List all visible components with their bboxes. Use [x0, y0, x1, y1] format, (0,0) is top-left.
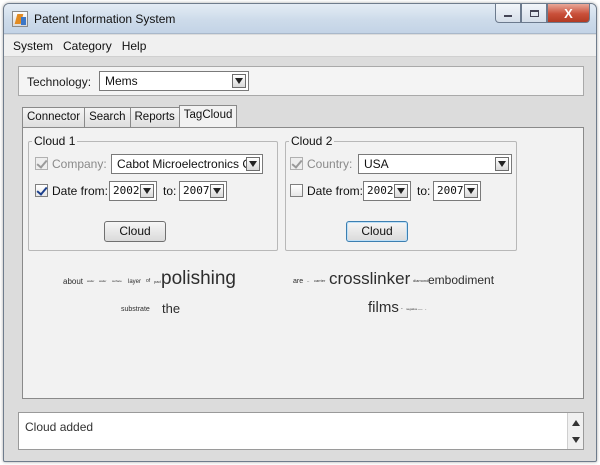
minimize-icon — [504, 15, 512, 17]
cloud1-tag: pad — [154, 279, 161, 284]
cloud2-tag: diamond — [413, 278, 429, 283]
cloud1-date-to-select[interactable]: 2007 — [179, 181, 227, 201]
maximize-icon — [529, 9, 539, 17]
cloud2-tag: embodiment — [428, 273, 495, 287]
cloud1-to-label: to: — [163, 184, 177, 198]
scroll-up-arrow-icon[interactable] — [570, 417, 581, 428]
tab-search[interactable]: Search — [84, 107, 131, 127]
cloud1-date-checkbox[interactable] — [35, 184, 48, 197]
minimize-button[interactable] — [495, 4, 521, 23]
cloud2-date-to-value: 2007 — [437, 184, 464, 197]
cloud2-date-from-label: Date from: — [307, 184, 364, 198]
menu-bar: System Category Help — [4, 35, 596, 57]
cloud2-generate-button[interactable]: Cloud — [346, 221, 408, 242]
close-button[interactable]: X — [547, 4, 590, 23]
cloud2-tag: films — [368, 299, 399, 316]
cloud2-date-checkbox[interactable] — [290, 184, 303, 197]
cloud2-tag: – — [307, 278, 310, 283]
cloud1-date-from-value: 2002 — [113, 184, 140, 197]
cloud1-date-from-label: Date from: — [52, 184, 109, 198]
cloud2-country-label: Country: — [307, 157, 353, 171]
technology-label: Technology: — [27, 75, 92, 89]
cloud1-generate-button[interactable]: Cloud — [104, 221, 166, 242]
cloud2-title: Cloud 2 — [289, 134, 335, 148]
cloud1-date-from-select[interactable]: 2002 — [109, 181, 157, 201]
cloud2-tag: - — [425, 306, 427, 311]
cloud1-company-value: Cabot Microelectronics Co... — [117, 157, 263, 171]
chevron-down-icon — [232, 74, 246, 88]
tab-connector[interactable]: Connector — [22, 107, 86, 127]
technology-select[interactable]: Mems — [99, 71, 249, 91]
cloud1-tag: layer — [128, 279, 142, 285]
cloud2-date-to-select[interactable]: 2007 — [433, 181, 481, 201]
cloud1-title: Cloud 1 — [32, 134, 78, 148]
status-scrollbar[interactable] — [567, 413, 583, 449]
technology-panel: Technology: Mems — [18, 66, 584, 96]
menu-system[interactable]: System — [8, 39, 58, 53]
status-log[interactable]: Cloud added — [18, 412, 584, 450]
close-icon: X — [564, 5, 573, 21]
cloud1-tag: of — [146, 278, 151, 284]
cloud1-group: Cloud 1 Company: Cabot Microelectronics … — [28, 134, 278, 251]
cloud1-company-label: Company: — [52, 157, 107, 171]
cloud2-tag: are — [293, 278, 304, 285]
cloud1-date-to-value: 2007 — [183, 184, 210, 197]
cloud1-tag: polishing — [161, 268, 236, 289]
chevron-down-icon — [246, 157, 260, 171]
cloud2-tag: carrier — [314, 278, 326, 283]
cloud1-tag: wafer — [99, 279, 107, 283]
chevron-down-icon — [394, 184, 408, 198]
cloud1-tag: about — [63, 277, 84, 286]
tab-tagcloud[interactable]: TagCloud — [178, 105, 238, 127]
chevron-down-icon — [140, 184, 154, 198]
tagcloud-panel: Cloud 1 Company: Cabot Microelectronics … — [22, 127, 584, 399]
chevron-down-icon — [464, 184, 478, 198]
cloud2-group: Cloud 2 Country: USA Date from: 2002 to:… — [285, 134, 517, 251]
tab-reports[interactable]: Reports — [129, 107, 180, 127]
menu-category[interactable]: Category — [58, 39, 117, 53]
cloud2-tag: negative — [406, 307, 418, 311]
window-title: Patent Information System — [34, 12, 176, 26]
maximize-button[interactable] — [521, 4, 547, 23]
cloud1-company-checkbox[interactable] — [35, 157, 48, 170]
cloud1-company-select[interactable]: Cabot Microelectronics Co... — [111, 154, 263, 174]
cloud2-country-value: USA — [364, 157, 389, 171]
cloud1-tag: substrate — [121, 306, 150, 313]
cloud2-country-checkbox[interactable] — [290, 157, 303, 170]
scroll-down-arrow-icon[interactable] — [570, 434, 581, 445]
title-bar[interactable]: Patent Information System X — [4, 4, 596, 34]
menu-help[interactable]: Help — [117, 39, 152, 53]
cloud2-date-from-select[interactable]: 2002 — [363, 181, 411, 201]
status-message: Cloud added — [25, 420, 94, 434]
cloud2-tag: - — [401, 306, 403, 312]
cloud1-tag: the — [162, 301, 181, 316]
tab-strip: Connector Search Reports TagCloud — [22, 105, 238, 127]
cloud2-date-from-value: 2002 — [367, 184, 394, 197]
chevron-down-icon — [210, 184, 224, 198]
chevron-down-icon — [495, 157, 509, 171]
cloud2-tag: crosslinker — [329, 269, 411, 288]
app-window: Patent Information System X System Categ… — [3, 3, 597, 462]
app-icon — [12, 11, 28, 27]
cloud2-tag: –– — [418, 306, 423, 311]
caption-buttons: X — [495, 4, 590, 24]
cloud2-country-select[interactable]: USA — [358, 154, 512, 174]
cloud1-tag: surface — [112, 279, 122, 283]
technology-value: Mems — [105, 74, 138, 88]
cloud1-tag: wafer — [87, 279, 95, 283]
cloud2-to-label: to: — [417, 184, 431, 198]
